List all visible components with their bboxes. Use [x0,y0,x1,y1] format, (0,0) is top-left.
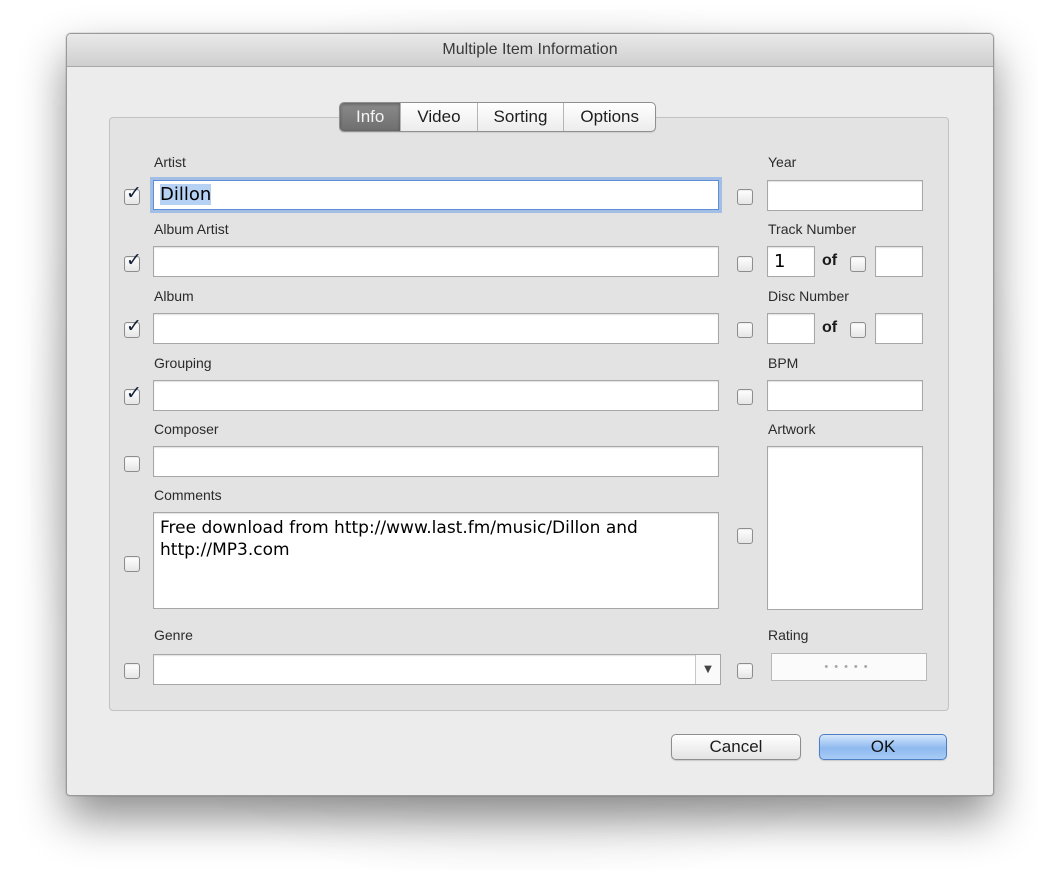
rating-dot-icon[interactable]: • [834,661,844,673]
track-number-checkbox[interactable] [737,256,753,272]
genre-combobox[interactable]: ▼ [153,654,721,685]
grouping-field[interactable] [153,380,719,411]
grouping-label: Grouping [154,355,212,371]
ok-button[interactable]: OK [819,734,947,760]
track-of-label: of [822,252,838,269]
tab-sorting[interactable]: Sorting [476,103,564,131]
tab-options[interactable]: Options [563,103,655,131]
rating-label: Rating [768,627,809,643]
album-artist-checkbox[interactable]: ✓ [124,251,142,272]
disc-total-field[interactable] [875,313,923,344]
disc-number-field[interactable] [767,313,815,344]
rating-dot-icon[interactable]: • [844,661,854,673]
tab-info[interactable]: Info [340,103,401,131]
comments-label: Comments [154,487,222,503]
disc-total-checkbox[interactable] [850,322,866,338]
artwork-label: Artwork [768,421,816,437]
window-title: Multiple Item Information [67,34,993,67]
track-total-checkbox[interactable] [850,256,866,272]
checkmark-icon: ✓ [126,316,142,337]
disc-of-label: of [822,319,838,336]
rating-dot-icon[interactable]: • [864,661,874,673]
composer-label: Composer [154,421,219,437]
checkmark-icon: ✓ [126,383,142,404]
checkmark-icon: ✓ [126,183,142,204]
multiple-item-info-dialog: Multiple Item Information Info Video Sor… [66,33,994,796]
composer-field[interactable] [153,446,719,477]
album-artist-label: Album Artist [154,221,229,237]
album-field[interactable] [153,313,719,344]
year-checkbox[interactable] [737,189,753,205]
cancel-button[interactable]: Cancel [671,734,801,760]
tab-bar: Info Video Sorting Options [339,102,657,132]
album-checkbox[interactable]: ✓ [124,317,142,338]
rating-dot-icon[interactable]: • [854,661,864,673]
genre-label: Genre [154,627,193,643]
bpm-checkbox[interactable] [737,389,753,405]
track-number-field[interactable]: 1 [767,246,815,277]
comments-textarea[interactable]: Free download from http://www.last.fm/mu… [153,512,719,609]
grouping-checkbox[interactable]: ✓ [124,384,142,405]
album-label: Album [154,288,194,304]
disc-number-label: Disc Number [768,288,849,304]
track-number-label: Track Number [768,221,857,237]
rating-checkbox[interactable] [737,663,753,679]
chevron-down-icon[interactable]: ▼ [695,655,720,684]
rating-stars[interactable]: ••••• [771,653,927,681]
disc-number-checkbox[interactable] [737,322,753,338]
artist-field[interactable]: Dillon [153,180,719,210]
album-artist-field[interactable] [153,246,719,277]
artwork-well[interactable] [767,446,923,610]
artist-value: Dillon [160,184,212,205]
track-total-field[interactable] [875,246,923,277]
composer-checkbox[interactable] [124,456,140,472]
artist-checkbox[interactable]: ✓ [124,184,142,205]
bpm-field[interactable] [767,380,923,411]
year-label: Year [768,154,797,170]
checkmark-icon: ✓ [126,250,142,271]
rating-dot-icon[interactable]: • [824,661,834,673]
comments-checkbox[interactable] [124,556,140,572]
genre-checkbox[interactable] [124,663,140,679]
bpm-label: BPM [768,355,799,371]
artist-label: Artist [154,154,186,170]
tab-video[interactable]: Video [400,103,476,131]
year-field[interactable] [767,180,923,211]
artwork-checkbox[interactable] [737,528,753,544]
